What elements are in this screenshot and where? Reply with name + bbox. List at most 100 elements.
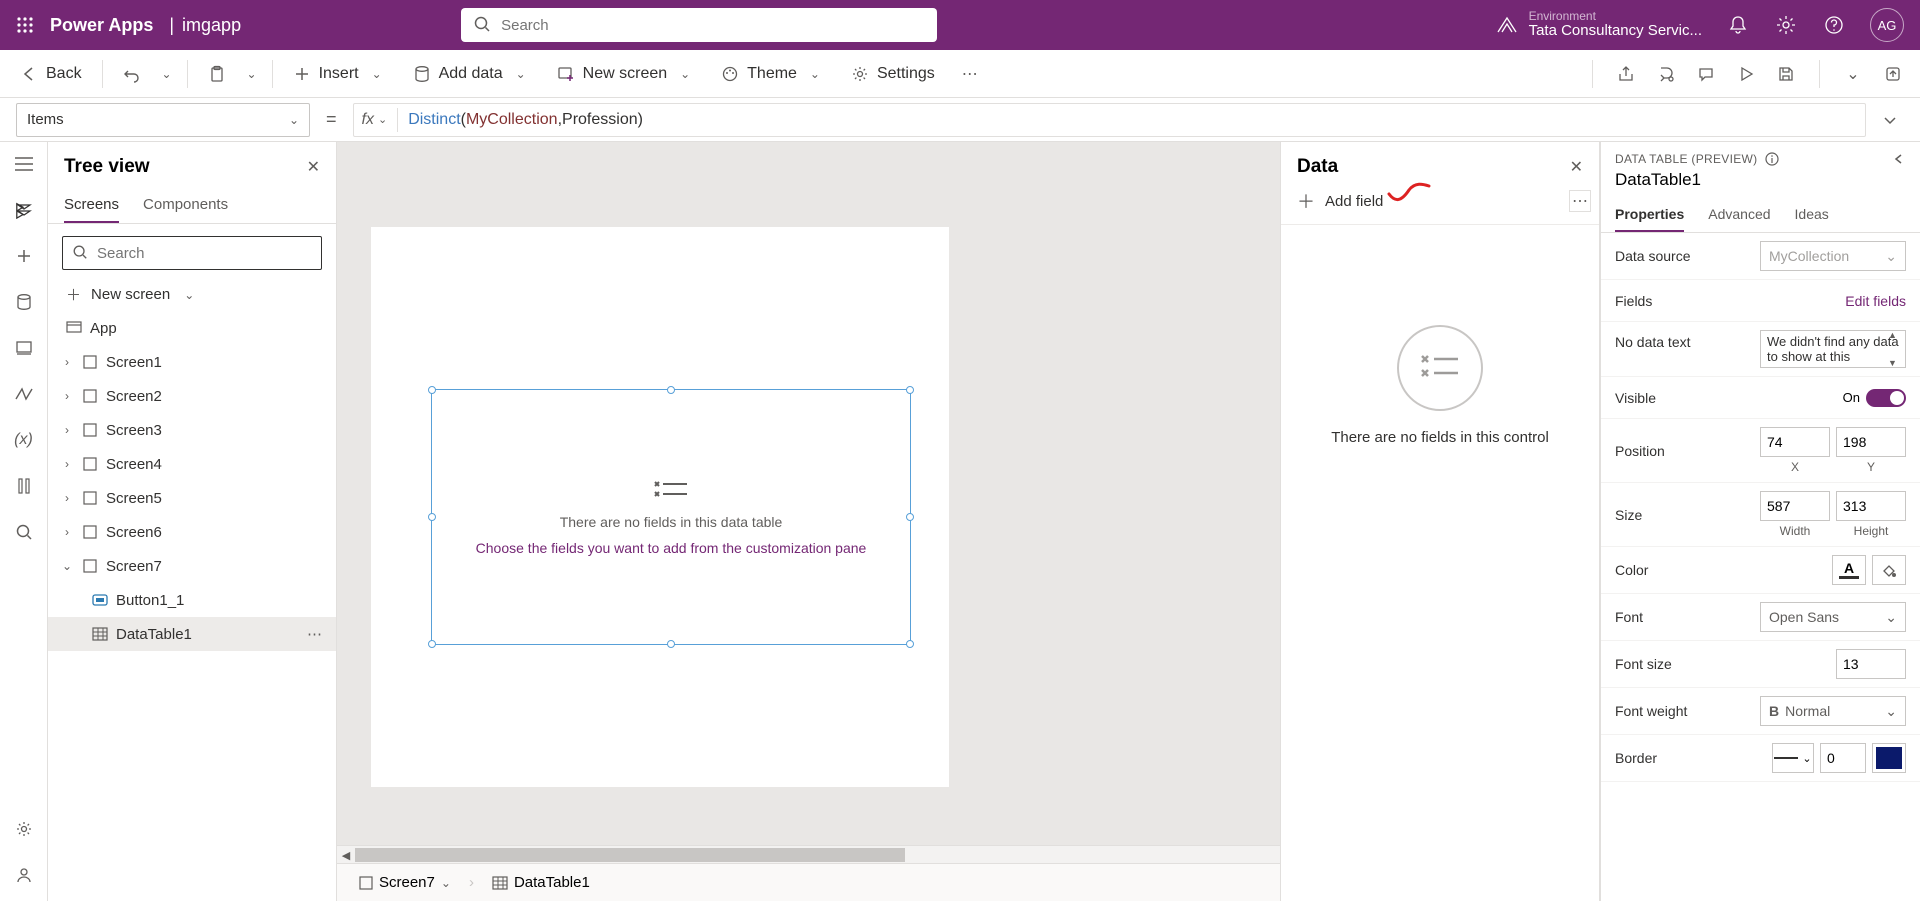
help-icon[interactable] xyxy=(1822,13,1846,37)
resize-handle[interactable] xyxy=(667,640,675,648)
expand-formula-icon[interactable] xyxy=(1876,106,1904,134)
scrollbar-thumb[interactable] xyxy=(355,848,905,862)
chevron-down-icon[interactable]: ⌄ xyxy=(60,559,74,573)
tab-advanced[interactable]: Advanced xyxy=(1708,198,1770,232)
size-height-input[interactable] xyxy=(1836,491,1906,521)
border-style-dropdown[interactable]: ⌄ xyxy=(1772,743,1814,773)
chevron-right-icon[interactable]: › xyxy=(60,491,74,505)
tree-search-input[interactable] xyxy=(62,236,322,270)
tree-item-screen3[interactable]: ›Screen3 xyxy=(48,413,336,447)
design-canvas[interactable]: There are no fields in this data table C… xyxy=(371,227,949,787)
info-icon[interactable] xyxy=(1765,152,1779,166)
settings-gear-icon[interactable] xyxy=(1774,13,1798,37)
fill-color-button[interactable] xyxy=(1872,555,1906,585)
more-dots-icon[interactable]: ⋯ xyxy=(307,625,322,643)
position-y-input[interactable] xyxy=(1836,427,1906,457)
publish-icon[interactable] xyxy=(1882,63,1904,85)
resize-handle[interactable] xyxy=(906,640,914,648)
app-name[interactable]: imgapp xyxy=(182,15,241,36)
font-color-button[interactable]: A xyxy=(1832,555,1866,585)
font-size-input[interactable] xyxy=(1836,649,1906,679)
chevron-right-icon[interactable]: › xyxy=(60,423,74,437)
expand-props-icon[interactable] xyxy=(1892,152,1906,166)
insert-rail-icon[interactable] xyxy=(12,244,36,268)
border-width-input[interactable] xyxy=(1820,743,1866,773)
tree-item-screen2[interactable]: ›Screen2 xyxy=(48,379,336,413)
resize-handle[interactable] xyxy=(667,386,675,394)
no-data-text-input[interactable]: We didn't find any data to show at this xyxy=(1760,330,1906,368)
insert-button[interactable]: Insert ⌄ xyxy=(283,59,397,89)
virtual-agent-icon[interactable] xyxy=(12,863,36,887)
resize-handle[interactable] xyxy=(428,386,436,394)
data-rail-icon[interactable] xyxy=(12,290,36,314)
tree-item-screen6[interactable]: ›Screen6 xyxy=(48,515,336,549)
control-name[interactable]: DataTable1 xyxy=(1601,170,1920,198)
tools-rail-icon[interactable] xyxy=(12,474,36,498)
settings-button[interactable]: Settings xyxy=(841,59,945,89)
media-rail-icon[interactable] xyxy=(12,336,36,360)
breadcrumb-control[interactable]: DataTable1 xyxy=(484,870,598,895)
close-tree-icon[interactable]: ✕ xyxy=(307,157,320,177)
font-dropdown[interactable]: Open Sans ⌄ xyxy=(1760,602,1906,632)
chevron-right-icon[interactable]: › xyxy=(60,389,74,403)
settings-rail-icon[interactable] xyxy=(12,817,36,841)
search-rail-icon[interactable] xyxy=(12,520,36,544)
account-avatar[interactable]: AG xyxy=(1870,8,1904,42)
scroll-down-icon[interactable]: ▼ xyxy=(1888,358,1904,368)
flows-rail-icon[interactable] xyxy=(12,382,36,406)
border-color-button[interactable] xyxy=(1872,743,1906,773)
variables-rail-icon[interactable]: (x) xyxy=(12,428,36,452)
position-x-input[interactable] xyxy=(1760,427,1830,457)
app-checker-icon[interactable] xyxy=(1655,63,1677,85)
edit-fields-link[interactable]: Edit fields xyxy=(1845,293,1906,309)
font-weight-dropdown[interactable]: BNormal ⌄ xyxy=(1760,696,1906,726)
breadcrumb-screen[interactable]: Screen7 ⌄ xyxy=(351,870,459,895)
tree-item-screen5[interactable]: ›Screen5 xyxy=(48,481,336,515)
save-icon[interactable] xyxy=(1775,63,1797,85)
save-chevron[interactable]: ⌄ xyxy=(1842,63,1864,85)
data-source-dropdown[interactable]: MyCollection ⌄ xyxy=(1760,241,1906,271)
tree-item-screen4[interactable]: ›Screen4 xyxy=(48,447,336,481)
product-title[interactable]: Power Apps xyxy=(50,15,153,36)
scroll-up-icon[interactable]: ▲ xyxy=(1888,330,1904,340)
tree-item-screen7[interactable]: ⌄Screen7 xyxy=(48,549,336,583)
back-button[interactable]: Back xyxy=(10,59,92,89)
waffle-icon[interactable] xyxy=(0,16,50,34)
hamburger-icon[interactable] xyxy=(12,152,36,176)
tab-properties[interactable]: Properties xyxy=(1615,198,1684,232)
chevron-right-icon[interactable]: › xyxy=(60,457,74,471)
paste-chevron[interactable]: ⌄ xyxy=(242,67,262,81)
resize-handle[interactable] xyxy=(428,640,436,648)
tree-item-app[interactable]: App xyxy=(48,311,336,345)
tree-view-icon[interactable] xyxy=(12,198,36,222)
new-screen-tree-button[interactable]: ＋ New screen ⌄ xyxy=(48,278,336,311)
selected-datatable[interactable]: There are no fields in this data table C… xyxy=(431,389,911,645)
chevron-right-icon[interactable]: › xyxy=(60,355,74,369)
tree-item-screen1[interactable]: ›Screen1 xyxy=(48,345,336,379)
share-icon[interactable] xyxy=(1615,63,1637,85)
new-screen-button[interactable]: New screen ⌄ xyxy=(547,59,705,89)
resize-handle[interactable] xyxy=(906,386,914,394)
add-field-button[interactable]: ＋ Add field xyxy=(1297,188,1383,214)
scroll-left-icon[interactable]: ◀ xyxy=(339,848,353,862)
data-panel-more-button[interactable]: ⋯ xyxy=(1569,190,1591,212)
formula-bar[interactable]: fx ⌄ Distinct( MyCollection, Profession … xyxy=(353,103,1866,137)
fx-chevron[interactable]: ⌄ xyxy=(378,113,387,126)
size-width-input[interactable] xyxy=(1760,491,1830,521)
resize-handle[interactable] xyxy=(428,513,436,521)
overflow-button[interactable]: ⋯ xyxy=(951,59,989,89)
comments-icon[interactable] xyxy=(1695,63,1717,85)
add-data-button[interactable]: Add data ⌄ xyxy=(403,59,541,89)
tab-components[interactable]: Components xyxy=(143,188,228,223)
tab-screens[interactable]: Screens xyxy=(64,188,119,223)
paste-button[interactable] xyxy=(198,59,236,89)
play-icon[interactable] xyxy=(1735,63,1757,85)
resize-handle[interactable] xyxy=(906,513,914,521)
close-data-panel-icon[interactable]: ✕ xyxy=(1570,157,1583,177)
tab-ideas[interactable]: Ideas xyxy=(1795,198,1829,232)
environment-picker[interactable]: Environment Tata Consultancy Servic... xyxy=(1495,10,1702,40)
theme-button[interactable]: Theme ⌄ xyxy=(711,59,835,89)
undo-button[interactable] xyxy=(113,59,151,89)
tree-item-datatable1[interactable]: DataTable1⋯ xyxy=(48,617,336,651)
chevron-down-icon[interactable]: ⌄ xyxy=(441,876,451,890)
